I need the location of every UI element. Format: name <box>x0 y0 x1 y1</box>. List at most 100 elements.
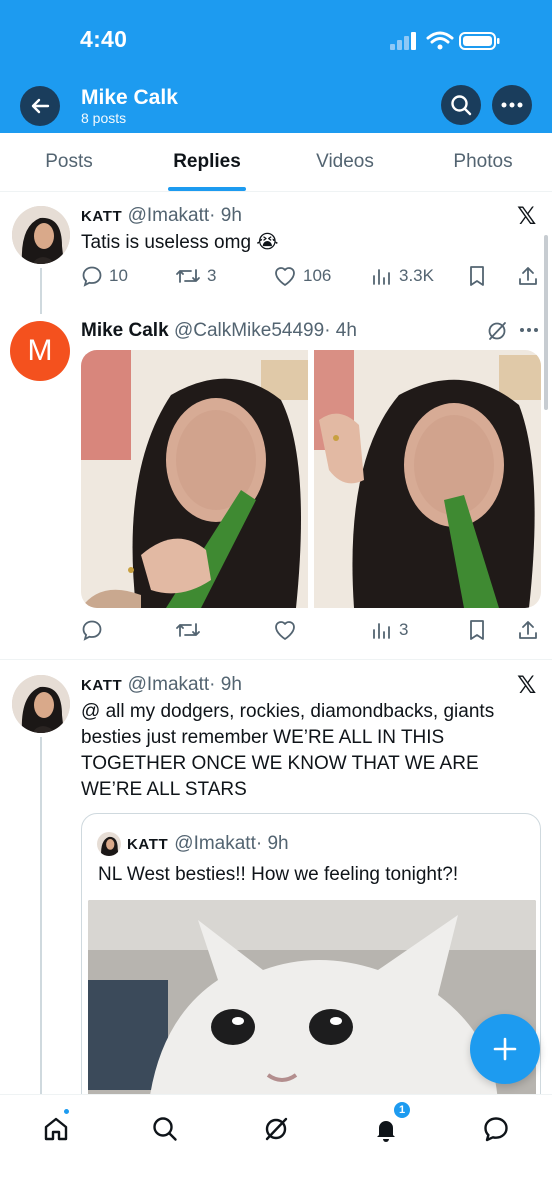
reply-button[interactable]: 10 <box>81 265 128 287</box>
more-icon[interactable] <box>519 327 539 333</box>
avatar-image <box>12 675 70 733</box>
more-button[interactable] <box>492 85 532 125</box>
signal-icon <box>390 32 416 50</box>
compose-button[interactable] <box>470 1014 540 1084</box>
thread-line <box>40 268 42 314</box>
status-icons <box>390 31 500 50</box>
active-tab-indicator <box>168 187 246 191</box>
share-button[interactable] <box>517 265 539 287</box>
display-name[interactable]: KATT <box>81 677 122 694</box>
messages-icon <box>484 1117 508 1142</box>
photo-image <box>81 350 308 608</box>
avatar[interactable] <box>12 675 70 733</box>
like-button[interactable]: 106 <box>273 265 331 287</box>
like-button[interactable] <box>273 619 303 641</box>
bookmark-button[interactable] <box>467 619 487 641</box>
tab-label: Posts <box>45 151 93 172</box>
photo-image <box>314 350 541 608</box>
tab-photos[interactable]: Photos <box>414 133 552 191</box>
back-button[interactable] <box>20 86 60 126</box>
profile-header: 4:40 Mike Calk 8 posts <box>0 0 552 133</box>
heart-icon <box>275 621 295 640</box>
timestamp: · 9h <box>209 674 242 695</box>
bookmark-icon <box>470 266 484 286</box>
repost-icon <box>176 269 200 283</box>
nav-grok[interactable] <box>256 1109 296 1149</box>
profile-tabs: Posts Replies Videos Photos <box>0 133 552 192</box>
tweet-text: Tatis is useless omg 😭 <box>81 232 279 253</box>
arrow-left-icon <box>31 98 50 114</box>
tab-posts[interactable]: Posts <box>0 133 138 191</box>
repost-count: 3 <box>207 266 217 285</box>
divider <box>0 659 552 660</box>
profile-title: Mike Calk 8 posts <box>81 86 178 126</box>
share-icon <box>519 621 537 639</box>
timestamp: · 9h <box>255 833 289 854</box>
tweet-actions: 10 3 106 3.3K <box>81 265 541 291</box>
share-icon <box>519 267 537 285</box>
profile-name: Mike Calk <box>81 86 178 109</box>
tweet-header: Mike Calk @CalkMike54499· 4h <box>81 319 357 343</box>
more-icon <box>501 102 523 108</box>
handle[interactable]: @Imakatt <box>128 205 210 226</box>
quote-media[interactable] <box>88 900 536 1094</box>
search-icon <box>451 95 472 116</box>
thread-line <box>40 737 42 1094</box>
reply-icon <box>82 266 102 287</box>
like-count: 106 <box>303 266 332 285</box>
search-button[interactable] <box>441 85 481 125</box>
media-grid[interactable] <box>81 350 541 608</box>
views-button[interactable]: 3 <box>371 619 408 641</box>
analytics-icon <box>373 269 390 285</box>
home-badge-dot <box>62 1107 71 1116</box>
tab-label: Photos <box>453 151 513 172</box>
tab-videos[interactable]: Videos <box>276 133 414 191</box>
tab-label: Replies <box>173 151 241 172</box>
timestamp: · 9h <box>209 205 242 226</box>
repost-button[interactable] <box>175 619 207 641</box>
grok-icon <box>265 1117 288 1141</box>
bookmark-icon <box>470 620 484 640</box>
nav-home[interactable] <box>36 1107 76 1149</box>
reply-icon <box>82 620 102 641</box>
reply-button[interactable] <box>81 619 109 641</box>
repost-button[interactable]: 3 <box>175 265 216 287</box>
avatar[interactable]: M <box>10 321 70 381</box>
handle[interactable]: @Imakatt <box>128 674 210 695</box>
home-icon <box>44 1117 68 1141</box>
scrollbar[interactable] <box>544 235 548 410</box>
heart-icon <box>275 267 295 286</box>
quote-header: KATT @Imakatt· 9h <box>97 832 289 856</box>
tab-replies[interactable]: Replies <box>138 133 276 191</box>
status-time: 4:40 <box>80 26 128 52</box>
photo-2[interactable] <box>314 350 541 608</box>
tweet-text: @ all my dodgers, rockies, diamondbacks,… <box>81 701 495 800</box>
notifications-icon <box>377 1121 395 1142</box>
share-button[interactable] <box>517 619 539 641</box>
views-button[interactable]: 3.3K <box>371 265 434 287</box>
avatar-image <box>97 832 121 856</box>
grok-icon[interactable] <box>486 320 508 342</box>
display-name[interactable]: Mike Calk <box>81 320 169 341</box>
handle: @Imakatt <box>174 833 256 854</box>
x-logo-icon: 𝕏 <box>517 202 537 230</box>
wifi-icon <box>426 31 454 50</box>
avatar-image <box>12 206 70 264</box>
nav-messages[interactable] <box>476 1109 516 1149</box>
tweet-header: KATT @Imakatt· 9h <box>81 204 242 229</box>
display-name: KATT <box>127 835 169 853</box>
repost-icon <box>176 623 200 637</box>
notifications-badge: 1 <box>393 1101 411 1119</box>
nav-search[interactable] <box>145 1109 185 1149</box>
avatar[interactable] <box>12 206 70 264</box>
display-name[interactable]: KATT <box>81 208 122 225</box>
photo-1[interactable] <box>81 350 308 608</box>
quote-text: NL West besties!! How we feeling tonight… <box>98 864 459 885</box>
handle[interactable]: @CalkMike54499 <box>174 320 324 341</box>
avatar-letter: M <box>27 334 53 367</box>
posts-count: 8 posts <box>81 110 127 126</box>
plus-icon <box>493 1037 517 1061</box>
photo-image <box>88 900 536 1094</box>
bookmark-button[interactable] <box>467 265 487 287</box>
replies-feed[interactable]: KATT @Imakatt· 9h 𝕏 Tatis is useless omg… <box>0 192 552 1094</box>
